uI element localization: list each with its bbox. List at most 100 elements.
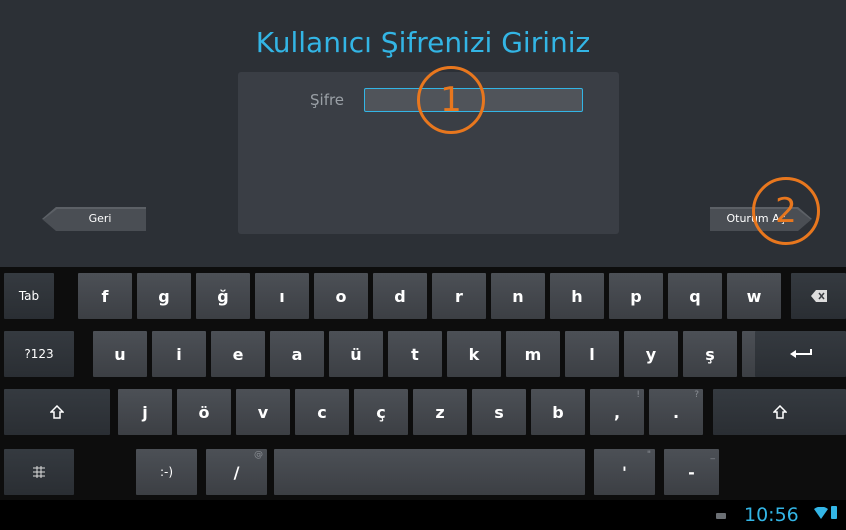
key-q-label: q xyxy=(689,286,701,306)
key-g-label: g xyxy=(158,286,170,306)
key-backspace[interactable] xyxy=(791,273,846,319)
key-u-label: u xyxy=(114,344,126,364)
key-y[interactable]: y xyxy=(624,331,678,377)
key-space[interactable] xyxy=(274,449,585,495)
wifi-icon xyxy=(814,507,828,519)
key-row3-9-label: . xyxy=(672,402,680,422)
shift-icon xyxy=(772,405,787,419)
key-apostrophe-hint: " xyxy=(646,450,651,460)
key-h-label: h xyxy=(571,286,583,306)
back-button[interactable]: Geri xyxy=(42,207,146,231)
key-ş[interactable]: ş xyxy=(683,331,737,377)
key-row3-1-label: ö xyxy=(198,402,210,422)
key-row3-3[interactable]: c xyxy=(295,389,349,435)
key-m-label: m xyxy=(524,344,542,364)
key-ğ[interactable]: ğ xyxy=(196,273,250,319)
key-f-label: f xyxy=(101,286,109,306)
key-r-label: r xyxy=(455,286,463,306)
key-ş-label: ş xyxy=(705,344,715,364)
key-shift-left[interactable] xyxy=(4,389,110,435)
key-ü-label: ü xyxy=(350,344,362,364)
key-n-label: n xyxy=(512,286,524,306)
key-e[interactable]: e xyxy=(211,331,265,377)
key-row3-2-label: v xyxy=(257,402,269,422)
key-tab[interactable]: Tab xyxy=(4,273,54,319)
key-o[interactable]: o xyxy=(314,273,368,319)
key-p-label: p xyxy=(630,286,642,306)
key-d[interactable]: d xyxy=(373,273,427,319)
key-dash[interactable]: - _ xyxy=(664,449,719,495)
callout-1: 1 xyxy=(417,66,485,134)
key-m[interactable]: m xyxy=(506,331,560,377)
key-r[interactable]: r xyxy=(432,273,486,319)
backspace-icon xyxy=(810,290,827,302)
key-settings[interactable] xyxy=(4,449,74,495)
enter-icon xyxy=(789,349,812,358)
key-row3-8-label: , xyxy=(613,402,621,422)
key-l[interactable]: l xyxy=(565,331,619,377)
key-row3-4[interactable]: ç xyxy=(354,389,408,435)
key-apostrophe-label: ' xyxy=(622,462,627,482)
callout-2: 2 xyxy=(752,177,820,245)
key-row3-1[interactable]: ö xyxy=(177,389,231,435)
key-t[interactable]: t xyxy=(388,331,442,377)
key-slash-hint: @ xyxy=(254,450,263,460)
key-ı[interactable]: ı xyxy=(255,273,309,319)
key-ğ-label: ğ xyxy=(217,286,229,306)
key-row3-6-label: s xyxy=(494,402,504,422)
key-row3-6[interactable]: s xyxy=(472,389,526,435)
key-row3-0[interactable]: j xyxy=(118,389,172,435)
key-row3-7-label: b xyxy=(552,402,564,422)
back-button-label: Geri xyxy=(88,212,112,225)
key-smiley-label: :-) xyxy=(159,465,174,479)
key-row3-3-label: c xyxy=(317,402,327,422)
key-dash-hint: _ xyxy=(710,450,716,460)
key-ü[interactable]: ü xyxy=(329,331,383,377)
key-a[interactable]: a xyxy=(270,331,324,377)
key-i[interactable]: i xyxy=(152,331,206,377)
key-k-label: k xyxy=(468,344,480,364)
key-u[interactable]: u xyxy=(93,331,147,377)
key-ı-label: ı xyxy=(279,286,285,306)
key-enter[interactable] xyxy=(755,331,846,377)
key-row3-5[interactable]: z xyxy=(413,389,467,435)
key-numeric[interactable]: ?123 xyxy=(4,331,74,377)
key-row3-8[interactable]: ,! xyxy=(590,389,644,435)
on-screen-keyboard: Tabfgğıodrnhpqw?123uieaütkmlyşxjövcçzsb,… xyxy=(0,267,846,530)
key-tab-label: Tab xyxy=(18,289,40,303)
key-smiley[interactable]: :-) xyxy=(136,449,197,495)
battery-icon xyxy=(831,506,837,519)
key-dash-label: - xyxy=(688,462,695,482)
key-slash-label: / xyxy=(233,462,240,482)
page-title: Kullanıcı Şifrenizi Giriniz xyxy=(255,26,591,59)
key-t-label: t xyxy=(411,344,419,364)
key-y-label: y xyxy=(645,344,657,364)
key-i-label: i xyxy=(176,344,182,364)
keyboard-indicator-icon xyxy=(716,513,726,519)
key-n[interactable]: n xyxy=(491,273,545,319)
key-row3-2[interactable]: v xyxy=(236,389,290,435)
key-k[interactable]: k xyxy=(447,331,501,377)
key-g[interactable]: g xyxy=(137,273,191,319)
key-shift-right[interactable] xyxy=(713,389,846,435)
password-label: Şifre xyxy=(310,91,345,109)
key-d-label: d xyxy=(394,286,406,306)
key-p[interactable]: p xyxy=(609,273,663,319)
key-w[interactable]: w xyxy=(727,273,781,319)
key-w-label: w xyxy=(746,286,762,306)
key-f[interactable]: f xyxy=(78,273,132,319)
key-slash[interactable]: / @ xyxy=(206,449,267,495)
key-row3-0-label: j xyxy=(142,402,148,422)
key-row3-8-hint: ! xyxy=(636,390,640,400)
key-row3-9[interactable]: .? xyxy=(649,389,703,435)
key-row3-7[interactable]: b xyxy=(531,389,585,435)
key-o-label: o xyxy=(335,286,347,306)
key-numeric-label: ?123 xyxy=(24,347,54,361)
key-apostrophe[interactable]: ' " xyxy=(594,449,655,495)
shift-icon xyxy=(50,405,64,419)
key-a-label: a xyxy=(291,344,303,364)
key-h[interactable]: h xyxy=(550,273,604,319)
key-l-label: l xyxy=(589,344,595,364)
key-q[interactable]: q xyxy=(668,273,722,319)
login-screen: Kullanıcı Şifrenizi Giriniz Şifre Geri O… xyxy=(0,0,846,267)
